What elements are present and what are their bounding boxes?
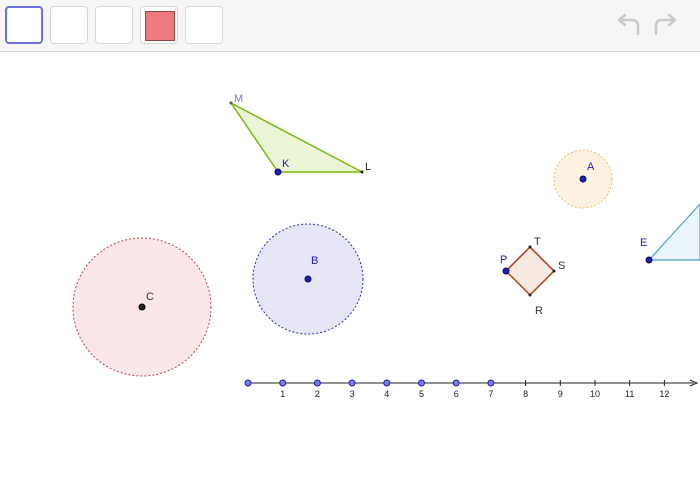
number-line-point[interactable] bbox=[418, 379, 425, 387]
number-line-tick-label: 3 bbox=[350, 389, 355, 399]
point-a[interactable] bbox=[579, 175, 587, 183]
number-line-point[interactable] bbox=[383, 379, 391, 387]
tool-button-color[interactable] bbox=[140, 6, 178, 44]
label-l: L bbox=[365, 161, 371, 173]
point-r[interactable] bbox=[528, 293, 532, 297]
number-line-tick-label: 7 bbox=[488, 389, 493, 399]
number-line-tick-label: 6 bbox=[454, 389, 459, 399]
square-ptsr[interactable] bbox=[504, 245, 556, 297]
point-m[interactable] bbox=[229, 101, 233, 105]
number-line-tick-label: 10 bbox=[590, 389, 600, 399]
point-s[interactable] bbox=[552, 269, 556, 273]
number-line-tick-label: 5 bbox=[419, 389, 424, 399]
tool-button-1[interactable] bbox=[5, 6, 43, 44]
undo-arrow-icon[interactable] bbox=[614, 12, 644, 40]
number-line-tick-label: 2 bbox=[315, 389, 320, 399]
triangle-mkl[interactable] bbox=[230, 102, 363, 173]
tool-button-5[interactable] bbox=[185, 6, 223, 44]
tool-button-2[interactable] bbox=[50, 6, 88, 44]
number-line-tick-label: 1 bbox=[280, 389, 285, 399]
number-line-tick-label: 4 bbox=[384, 389, 389, 399]
point-b[interactable] bbox=[304, 275, 312, 283]
point-p[interactable] bbox=[502, 267, 510, 275]
color-swatch-icon bbox=[145, 11, 175, 41]
label-r: R bbox=[535, 305, 543, 317]
label-p: P bbox=[500, 254, 507, 266]
label-c: C bbox=[146, 291, 154, 303]
number-line-point[interactable] bbox=[313, 379, 321, 387]
label-m: M bbox=[234, 93, 243, 105]
number-line-tick-label: 11 bbox=[625, 389, 634, 399]
point-e[interactable] bbox=[645, 256, 653, 264]
label-k: K bbox=[282, 158, 290, 170]
number-line-point[interactable] bbox=[279, 379, 287, 387]
edge-shape-e[interactable] bbox=[647, 203, 700, 261]
number-line-point-0[interactable] bbox=[244, 379, 252, 387]
toolbar bbox=[0, 0, 700, 52]
point-k[interactable] bbox=[274, 168, 282, 176]
number-line-tick-label: 9 bbox=[558, 389, 563, 399]
number-line-tick-label: 8 bbox=[523, 389, 528, 399]
number-line-point[interactable] bbox=[452, 379, 460, 387]
tool-button-3[interactable] bbox=[95, 6, 133, 44]
point-t[interactable] bbox=[528, 245, 532, 249]
label-e: E bbox=[640, 237, 647, 249]
number-line-point[interactable] bbox=[487, 379, 495, 387]
label-a: A bbox=[587, 161, 595, 173]
point-c[interactable] bbox=[138, 303, 146, 311]
point-l[interactable] bbox=[360, 170, 364, 174]
label-b: B bbox=[311, 255, 318, 267]
redo-arrow-icon[interactable] bbox=[650, 12, 680, 40]
label-s: S bbox=[558, 260, 565, 272]
number-line-tick-label: 12 bbox=[659, 389, 669, 399]
graphics-canvas[interactable]: M K L A B C P T S R E 1 2 3 4 5 6 7 8 9 10 11 12 bbox=[0, 52, 700, 500]
number-line-point[interactable] bbox=[348, 379, 356, 387]
label-t: T bbox=[534, 236, 541, 248]
